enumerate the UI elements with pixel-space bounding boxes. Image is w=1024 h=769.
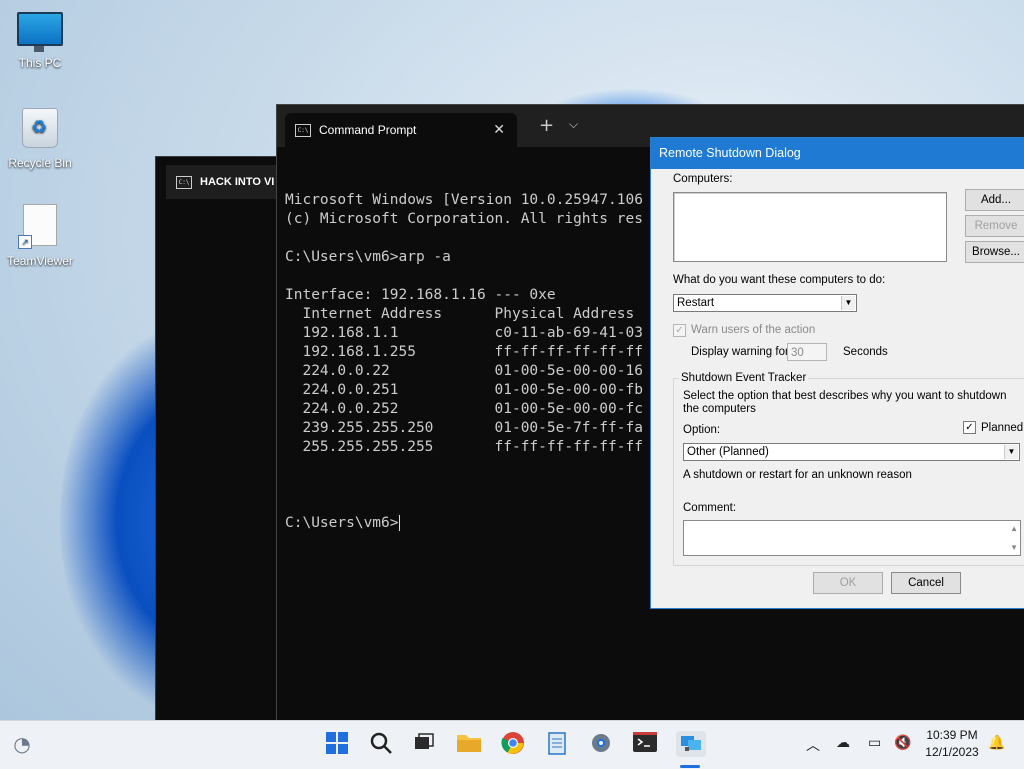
terminal-prompt: C:\Users\vm6> (285, 515, 399, 531)
action-select[interactable]: Restart ▼ (673, 294, 857, 312)
desktop-icon-label: Recycle Bin (8, 156, 72, 170)
settings-gear-icon[interactable] (588, 731, 614, 757)
remote-shutdown-dialog[interactable]: Remote Shutdown Dialog Computers: Add...… (650, 137, 1024, 609)
close-tab-icon[interactable]: ✕ (493, 113, 505, 147)
planned-label: Planned (981, 422, 1024, 434)
action-label: What do you want these computers to do: (673, 274, 886, 286)
computers-list[interactable] (673, 192, 947, 262)
warn-users-checkbox[interactable]: ✓ (673, 324, 686, 337)
chevron-up-icon[interactable]: ︿ (806, 735, 820, 755)
search-icon[interactable] (368, 731, 394, 757)
comment-textarea[interactable]: ▲ ▼ (683, 520, 1021, 556)
desktop-icon-recycle-bin[interactable]: ♻ Recycle Bin (0, 108, 80, 170)
notepad-icon[interactable] (544, 731, 570, 757)
cloud-offline-icon[interactable]: ☁ (836, 735, 850, 751)
terminal-tab-title: Command Prompt (319, 123, 417, 137)
add-button[interactable]: Add... (965, 189, 1024, 211)
system-clock[interactable]: 10:39 PM 12/1/2023 (920, 727, 984, 761)
ok-button[interactable]: OK (813, 572, 883, 594)
text-cursor (398, 515, 400, 531)
task-view-icon[interactable] (411, 731, 437, 757)
notification-bell-icon[interactable]: 🔔 (988, 735, 1005, 751)
monitor-icon (17, 12, 63, 52)
terminal-tab[interactable]: C:\ Command Prompt ✕ (285, 113, 517, 147)
clock-time: 10:39 PM (926, 728, 978, 742)
dialog-title: Remote Shutdown Dialog (651, 138, 1024, 169)
new-tab-icon[interactable]: + (539, 115, 554, 136)
terminal-icon[interactable] (632, 731, 658, 757)
display-warning-label: Display warning for (691, 346, 789, 358)
weather-icon[interactable]: ◔ (9, 731, 35, 757)
recycle-bin-icon: ♻ (22, 108, 58, 148)
desktop-icon-this-pc[interactable]: This PC (0, 12, 80, 70)
dropdown-arrow-icon: ▼ (841, 296, 855, 310)
taskbar: ◔ ︿ ☁ ▭ 🔇 10:39 PM 12/1/2023 🔔 (0, 720, 1024, 769)
desktop-icon-label: TeamViewer (7, 254, 73, 268)
warn-users-label: Warn users of the action (691, 324, 816, 336)
chrome-icon[interactable] (500, 731, 526, 757)
browse-button[interactable]: Browse... (965, 241, 1024, 263)
tracker-description: Select the option that best describes wh… (683, 390, 1007, 415)
chevron-down-icon[interactable]: ⌵ (569, 117, 578, 132)
background-terminal-tab-title: HACK INTO VI (200, 176, 275, 188)
dropdown-arrow-icon: ▼ (1004, 445, 1018, 459)
desktop-icon-teamviewer[interactable]: ↗ TeamViewer (0, 204, 80, 268)
tracker-title: Shutdown Event Tracker (679, 372, 809, 384)
clock-date: 12/1/2023 (925, 745, 979, 759)
warning-seconds-input[interactable]: 30 (787, 343, 827, 361)
seconds-label: Seconds (843, 346, 888, 358)
scroll-down-icon[interactable]: ▼ (1010, 543, 1018, 552)
cancel-button[interactable]: Cancel (891, 572, 961, 594)
shortcut-file-icon: ↗ (18, 204, 57, 249)
volume-muted-icon[interactable]: 🔇 (894, 735, 911, 751)
action-select-value: Restart (677, 297, 715, 309)
scroll-up-icon[interactable]: ▲ (1010, 524, 1018, 533)
remote-shutdown-app-icon[interactable] (676, 731, 706, 757)
start-icon[interactable] (324, 731, 350, 757)
cmd-icon: C:\ (176, 176, 192, 189)
option-label: Option: (683, 424, 721, 436)
computers-label: Computers: (673, 173, 733, 185)
planned-checkbox[interactable]: ✓ (963, 421, 976, 434)
option-select-value: Other (Planned) (687, 446, 769, 458)
option-select[interactable]: Other (Planned) ▼ (683, 443, 1020, 461)
remove-button[interactable]: Remove (965, 215, 1024, 237)
comment-label: Comment: (683, 502, 737, 514)
desktop-icon-label: This PC (18, 56, 62, 70)
network-icon[interactable]: ▭ (868, 735, 881, 751)
option-description: A shutdown or restart for an unknown rea… (683, 469, 912, 481)
file-explorer-icon[interactable] (456, 731, 482, 757)
cmd-icon: C:\ (295, 124, 311, 137)
